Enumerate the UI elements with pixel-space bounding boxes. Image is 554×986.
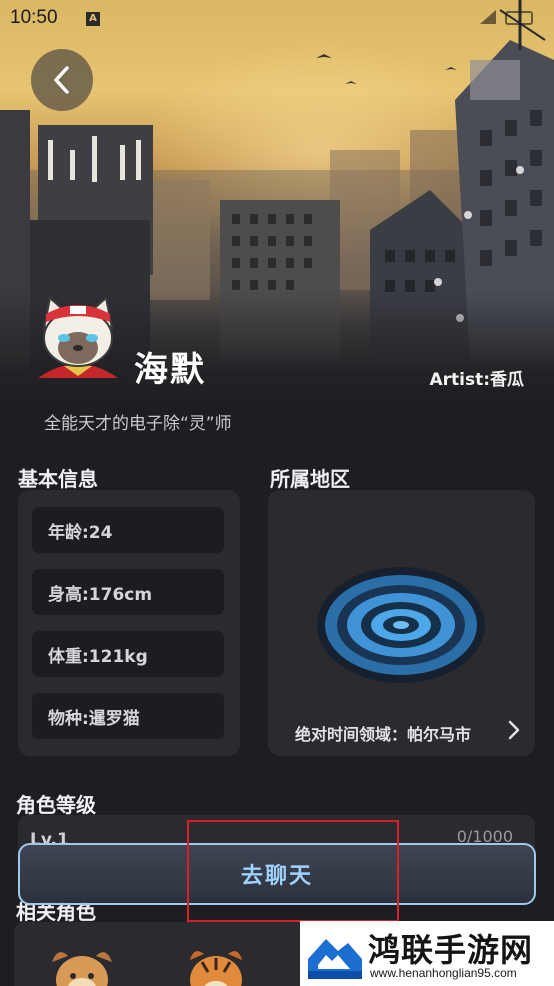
notification-icon: A <box>86 12 100 26</box>
chevron-right-icon <box>508 720 520 740</box>
level-title: 角色等级 <box>16 793 96 817</box>
info-row-age: 年龄:24 <box>32 507 224 553</box>
watermark-url: www.henanhonglian95.com <box>370 966 517 980</box>
status-time: 10:50 <box>10 7 58 28</box>
basic-info-card: 年龄:24 身高:176cm 体重:121kg 物种:暹罗猫 <box>18 490 240 756</box>
region-card[interactable]: 绝对时间领域：帕尔马市 <box>268 490 535 756</box>
related-avatar-dog[interactable] <box>48 942 116 986</box>
back-button[interactable] <box>31 49 93 111</box>
watermark-title: 鸿联手游网 <box>368 931 534 969</box>
character-avatar <box>38 296 118 378</box>
related-avatar-tiger[interactable] <box>182 942 250 986</box>
info-row-height: 身高:176cm <box>32 569 224 615</box>
character-name: 海默 <box>134 350 206 390</box>
basic-info-title: 基本信息 <box>18 467 98 491</box>
go-chat-button[interactable]: 去聊天 <box>18 843 536 905</box>
watermark-logo <box>306 927 362 979</box>
swirl-emblem-icon <box>317 567 485 683</box>
chevron-left-icon <box>54 66 69 94</box>
watermark: 鸿联手游网 www.henanhonglian95.com <box>300 921 554 986</box>
character-tagline: 全能天才的电子除“灵”师 <box>44 414 232 434</box>
signal-icon <box>480 10 533 25</box>
region-title: 所属地区 <box>270 467 350 491</box>
info-row-weight: 体重:121kg <box>32 631 224 677</box>
info-row-species: 物种:暹罗猫 <box>32 693 224 739</box>
status-bar: 10:50 A <box>0 0 554 36</box>
region-name: 绝对时间领域：帕尔马市 <box>295 725 472 744</box>
artist-credit: Artist:香瓜 <box>429 370 524 390</box>
